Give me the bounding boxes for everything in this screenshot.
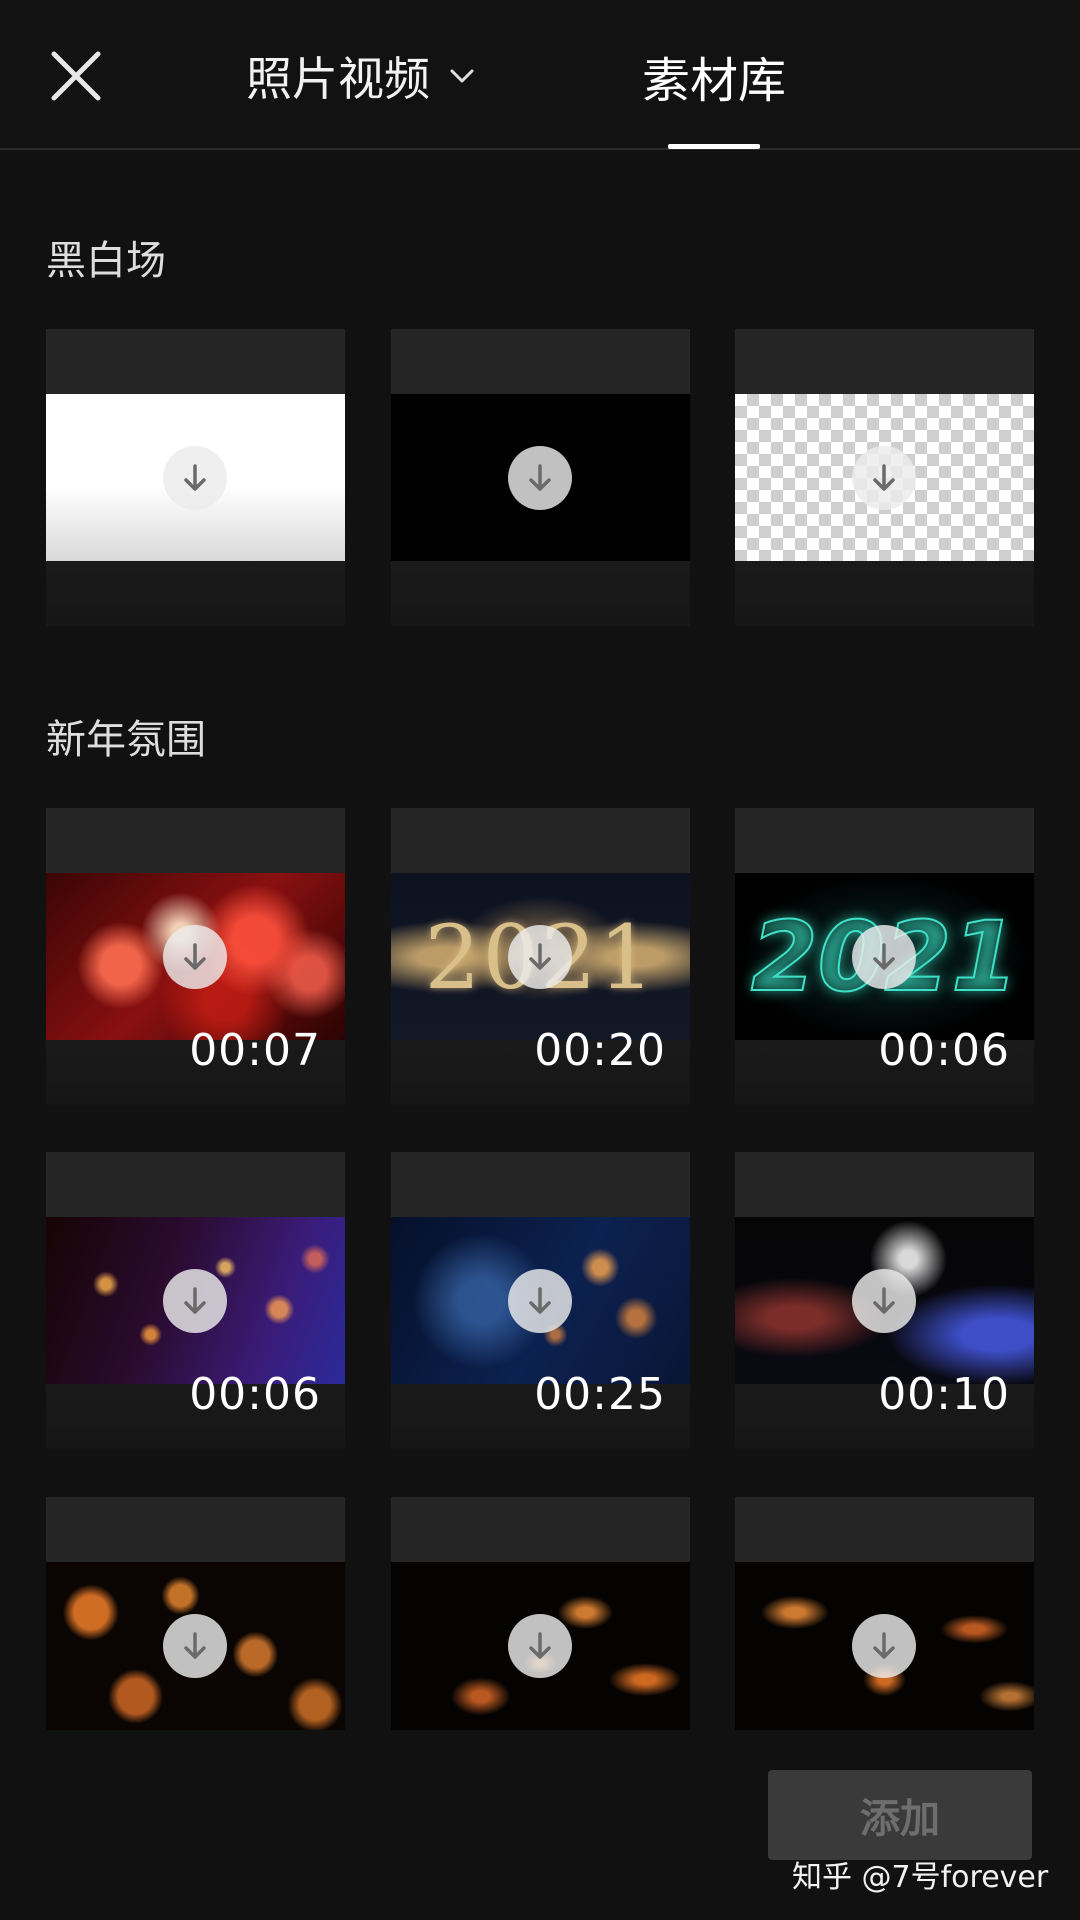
tab-library[interactable]: 素材库 bbox=[642, 46, 786, 109]
tab-photo-video-label: 照片视频 bbox=[246, 52, 430, 106]
active-tab-indicator bbox=[668, 144, 760, 149]
section-title-new-year: 新年氛围 bbox=[46, 717, 206, 763]
material-tile[interactable]: 2021 00:20 bbox=[391, 808, 690, 1105]
close-icon bbox=[51, 51, 101, 101]
material-tile[interactable] bbox=[46, 329, 345, 626]
top-bar: 照片视频 素材库 bbox=[0, 0, 1080, 150]
duration-label: 00:06 bbox=[878, 1025, 1010, 1076]
duration-label: 00:06 bbox=[189, 1369, 321, 1420]
material-tile[interactable] bbox=[735, 329, 1034, 626]
download-icon[interactable] bbox=[852, 925, 916, 989]
material-tile[interactable] bbox=[735, 1497, 1034, 1730]
download-icon[interactable] bbox=[852, 446, 916, 510]
duration-label: 00:20 bbox=[534, 1025, 666, 1076]
section-title-black-white: 黑白场 bbox=[46, 238, 166, 284]
material-tile[interactable]: 2021 00:06 bbox=[735, 808, 1034, 1105]
material-tile[interactable] bbox=[391, 1497, 690, 1730]
download-icon[interactable] bbox=[508, 1269, 572, 1333]
download-icon[interactable] bbox=[508, 446, 572, 510]
download-icon[interactable] bbox=[852, 1269, 916, 1333]
tab-photo-video[interactable]: 照片视频 bbox=[246, 46, 476, 106]
download-icon[interactable] bbox=[852, 1614, 916, 1678]
download-icon[interactable] bbox=[163, 1614, 227, 1678]
material-tile[interactable]: 00:25 bbox=[391, 1152, 690, 1449]
material-tile[interactable]: 00:06 bbox=[46, 1152, 345, 1449]
material-tile[interactable] bbox=[391, 329, 690, 626]
chevron-down-icon bbox=[450, 69, 474, 83]
duration-label: 00:07 bbox=[189, 1025, 321, 1076]
download-icon[interactable] bbox=[163, 1269, 227, 1333]
material-tile[interactable] bbox=[46, 1497, 345, 1730]
watermark: 知乎 @7号forever bbox=[792, 1860, 1049, 1895]
duration-label: 00:25 bbox=[534, 1369, 666, 1420]
close-button[interactable] bbox=[46, 46, 106, 106]
add-button[interactable]: 添加 bbox=[768, 1770, 1032, 1860]
tab-library-label: 素材库 bbox=[642, 53, 787, 109]
download-icon[interactable] bbox=[508, 925, 572, 989]
duration-label: 00:10 bbox=[878, 1369, 1010, 1420]
download-icon[interactable] bbox=[508, 1614, 572, 1678]
material-tile[interactable]: 00:07 bbox=[46, 808, 345, 1105]
download-icon[interactable] bbox=[163, 925, 227, 989]
material-tile[interactable]: 00:10 bbox=[735, 1152, 1034, 1449]
download-icon[interactable] bbox=[163, 446, 227, 510]
